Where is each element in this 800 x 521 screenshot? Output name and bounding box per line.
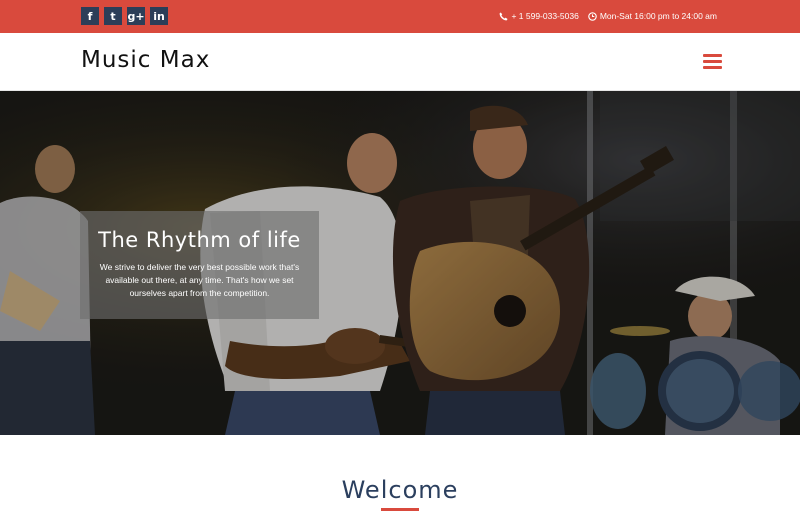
heading-underline [381,508,419,511]
contact-info: + 1 599-033-5036 Mon-Sat 16:00 pm to 24:… [499,11,717,21]
hero-banner: The Rhythm of life We strive to deliver … [0,91,800,435]
phone-number: + 1 599-033-5036 [511,11,579,21]
site-header: Music Max [0,33,800,91]
phone-icon [500,11,509,20]
twitter-icon[interactable]: t [104,7,122,25]
top-bar: f t g+ in + 1 599-033-5036 Mon-Sat 16:00… [0,0,800,33]
hero-text: We strive to deliver the very best possi… [99,262,300,298]
welcome-heading: Welcome [341,476,459,504]
phone-info: + 1 599-033-5036 [499,11,579,21]
facebook-icon[interactable]: f [81,7,99,25]
linkedin-icon[interactable]: in [150,7,168,25]
google-plus-icon[interactable]: g+ [127,7,145,25]
site-logo[interactable]: Music Max [81,47,210,73]
hero-title: The Rhythm of life [98,228,301,252]
social-links: f t g+ in [81,7,168,25]
clock-icon [588,11,597,21]
hero-caption: The Rhythm of life We strive to deliver … [80,211,319,319]
hamburger-menu-icon[interactable] [703,54,722,69]
hours-info: Mon-Sat 16:00 pm to 24:00 am [588,11,717,21]
opening-hours: Mon-Sat 16:00 pm to 24:00 am [599,11,717,21]
